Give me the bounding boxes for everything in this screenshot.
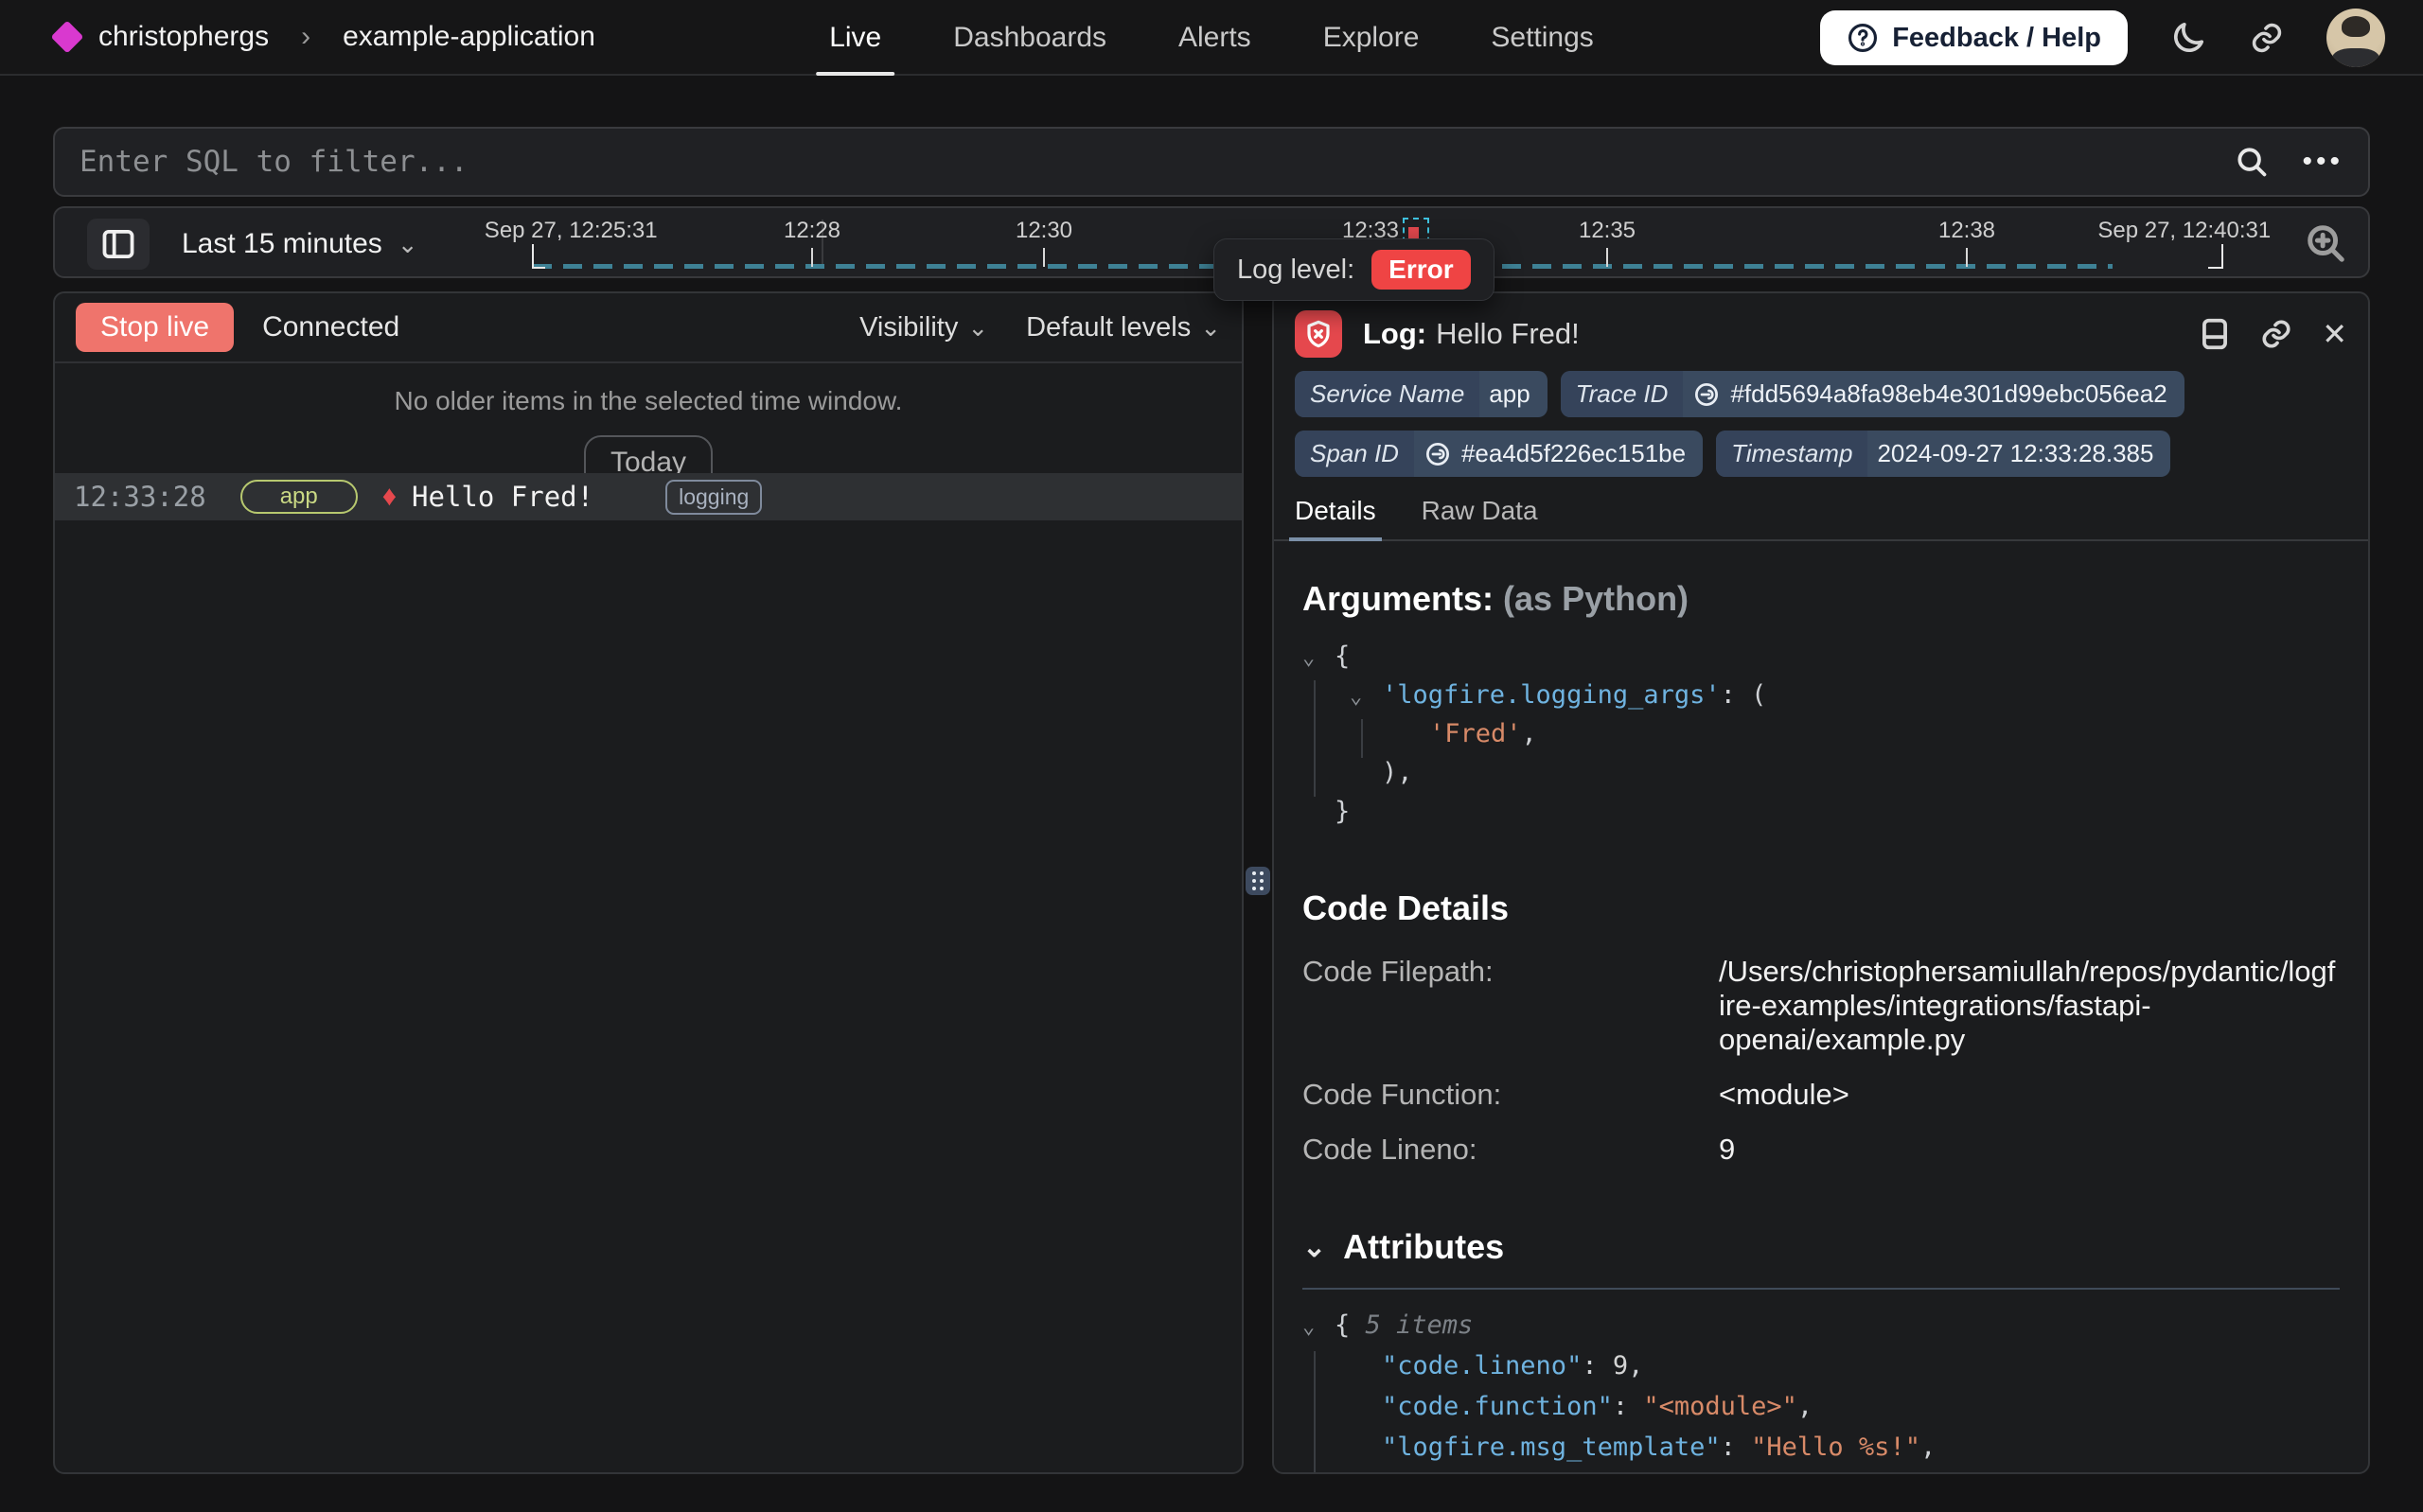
time-range-bar: Last 15 minutes ⌄ Sep 27, 12:25:31 12:28…	[53, 206, 2370, 278]
link-icon	[1424, 440, 1452, 468]
error-level-badge: Error	[1371, 250, 1470, 290]
attributes-heading: Attributes	[1343, 1227, 1504, 1267]
connection-status: Connected	[262, 311, 399, 343]
empty-window-message: No older items in the selected time wind…	[55, 386, 1242, 416]
default-levels-dropdown[interactable]: Default levels ⌄	[1026, 312, 1221, 343]
sidebar-toggle-button[interactable]	[87, 219, 150, 270]
live-panel-header: Stop live Connected Visibility ⌄ Default…	[55, 293, 1242, 363]
zoom-in-icon	[2304, 221, 2347, 265]
code-filepath-label: Code Filepath:	[1302, 955, 1567, 1057]
error-diamond-icon: ♦	[382, 483, 397, 511]
tab-details[interactable]: Details	[1295, 496, 1376, 539]
more-options-icon[interactable]: •••	[2302, 146, 2343, 178]
timeline-end-label: Sep 27, 12:40:31	[2097, 218, 2271, 244]
navbar-actions: Feedback / Help	[1820, 0, 2385, 76]
badge-timestamp: Timestamp 2024-09-27 12:33:28.385	[1716, 431, 2170, 477]
arguments-code-block[interactable]: ⌄{⌄'logfire.logging_args': ('Fred',),}	[1302, 642, 2340, 835]
dark-mode-moon-icon[interactable]	[2169, 19, 2207, 57]
error-shield-icon	[1295, 310, 1342, 358]
nav-tabs: Live Dashboards Alerts Explore Settings	[829, 0, 1594, 76]
arguments-subheading: (as Python)	[1503, 579, 1689, 618]
detail-header: Log: Hello Fred! ✕	[1274, 293, 2368, 367]
log-level-tooltip: Log level: Error	[1213, 238, 1494, 301]
panel-resize-handle[interactable]	[1246, 867, 1270, 895]
attributes-collapse-toggle[interactable]: ⌄ Attributes	[1302, 1227, 2340, 1267]
badge-trace-id[interactable]: Trace ID #fdd5694a8fa98eb4e301d99ebc056e…	[1561, 371, 2184, 417]
visibility-dropdown[interactable]: Visibility ⌄	[859, 312, 988, 343]
chevron-down-icon: ⌄	[967, 313, 988, 343]
chevron-down-icon: ⌄	[1200, 313, 1221, 343]
log-message: Hello Fred!	[412, 481, 593, 513]
attributes-json-block[interactable]: ⌄{ 5 items"code.lineno": 9,"code.functio…	[1302, 1310, 2340, 1474]
breadcrumb-org[interactable]: christophergs	[98, 21, 269, 53]
code-filepath-value: /Users/christophersamiullah/repos/pydant…	[1719, 955, 2340, 1057]
logfire-logo-icon[interactable]	[51, 21, 84, 54]
tab-alerts[interactable]: Alerts	[1178, 0, 1251, 76]
zoom-in-button[interactable]	[2304, 221, 2347, 270]
code-function-value: <module>	[1719, 1078, 2340, 1112]
breadcrumb-separator: ›	[301, 21, 310, 53]
sql-filter-bar: Enter SQL to filter... •••	[53, 127, 2370, 197]
tab-dashboards[interactable]: Dashboards	[953, 0, 1106, 76]
search-icon[interactable]	[2234, 144, 2270, 180]
detail-title: Log: Hello Fred!	[1363, 317, 1580, 351]
service-name-pill[interactable]: app	[240, 480, 358, 514]
tab-settings[interactable]: Settings	[1491, 0, 1593, 76]
code-details-section: Code Details Code Filepath: /Users/chris…	[1302, 888, 2340, 1167]
log-timestamp: 12:33:28	[74, 481, 206, 513]
breadcrumb-project[interactable]: example-application	[343, 21, 595, 53]
code-lineno-label: Code Lineno:	[1302, 1133, 1567, 1167]
arguments-heading: Arguments: (as Python)	[1302, 579, 2340, 619]
divider	[1302, 1288, 2340, 1290]
timeline-start-label: Sep 27, 12:25:31	[485, 218, 658, 244]
tab-explore[interactable]: Explore	[1323, 0, 1420, 76]
share-link-icon[interactable]	[2249, 20, 2285, 56]
chevron-down-icon: ⌄	[1302, 1231, 1326, 1264]
detail-badges: Service Name app Trace ID #fdd5694a8fa98…	[1274, 367, 2368, 477]
feedback-help-button[interactable]: Feedback / Help	[1820, 10, 2128, 65]
dock-panel-icon[interactable]	[2199, 316, 2231, 352]
top-navbar: christophergs › example-application Live…	[0, 0, 2423, 76]
sidebar-layout-icon	[101, 229, 135, 259]
badge-span-id[interactable]: Span ID #ea4d5f226ec151be	[1295, 431, 1703, 477]
detail-tabs: Details Raw Data	[1274, 477, 2368, 541]
tooltip-label: Log level:	[1237, 255, 1354, 286]
sql-filter-input[interactable]: Enter SQL to filter...	[55, 145, 2234, 179]
live-logs-panel: Stop live Connected Visibility ⌄ Default…	[53, 291, 1244, 1474]
time-range-select[interactable]: Last 15 minutes ⌄	[182, 208, 418, 280]
feedback-help-label: Feedback / Help	[1892, 23, 2101, 54]
link-icon	[1692, 380, 1721, 409]
tab-live[interactable]: Live	[829, 0, 881, 76]
tab-raw-data[interactable]: Raw Data	[1422, 496, 1538, 539]
copy-link-icon[interactable]	[2259, 317, 2293, 351]
detail-title-text: Hello Fred!	[1436, 317, 1580, 350]
code-details-heading: Code Details	[1302, 888, 2340, 928]
detail-title-prefix: Log:	[1363, 317, 1426, 350]
user-avatar[interactable]	[2326, 9, 2385, 67]
code-function-label: Code Function:	[1302, 1078, 1567, 1112]
app-root: christophergs › example-application Live…	[0, 0, 2423, 1512]
logging-tag-chip[interactable]: logging	[665, 480, 762, 515]
detail-content: Arguments: (as Python) ⌄{⌄'logfire.loggi…	[1274, 541, 2368, 1474]
code-lineno-value: 9	[1719, 1133, 2340, 1167]
stop-live-button[interactable]: Stop live	[76, 303, 234, 352]
chevron-down-icon: ⌄	[398, 230, 418, 259]
time-range-label: Last 15 minutes	[182, 228, 382, 260]
log-row-selected[interactable]: 12:33:28 app ♦ Hello Fred! logging	[55, 473, 1242, 520]
breadcrumb: christophergs › example-application	[0, 21, 595, 53]
close-icon[interactable]: ✕	[2322, 316, 2347, 352]
question-circle-icon	[1847, 22, 1879, 54]
badge-service-name: Service Name app	[1295, 371, 1548, 417]
log-detail-panel: Log: Hello Fred! ✕ Service Name app Trace…	[1272, 291, 2370, 1474]
